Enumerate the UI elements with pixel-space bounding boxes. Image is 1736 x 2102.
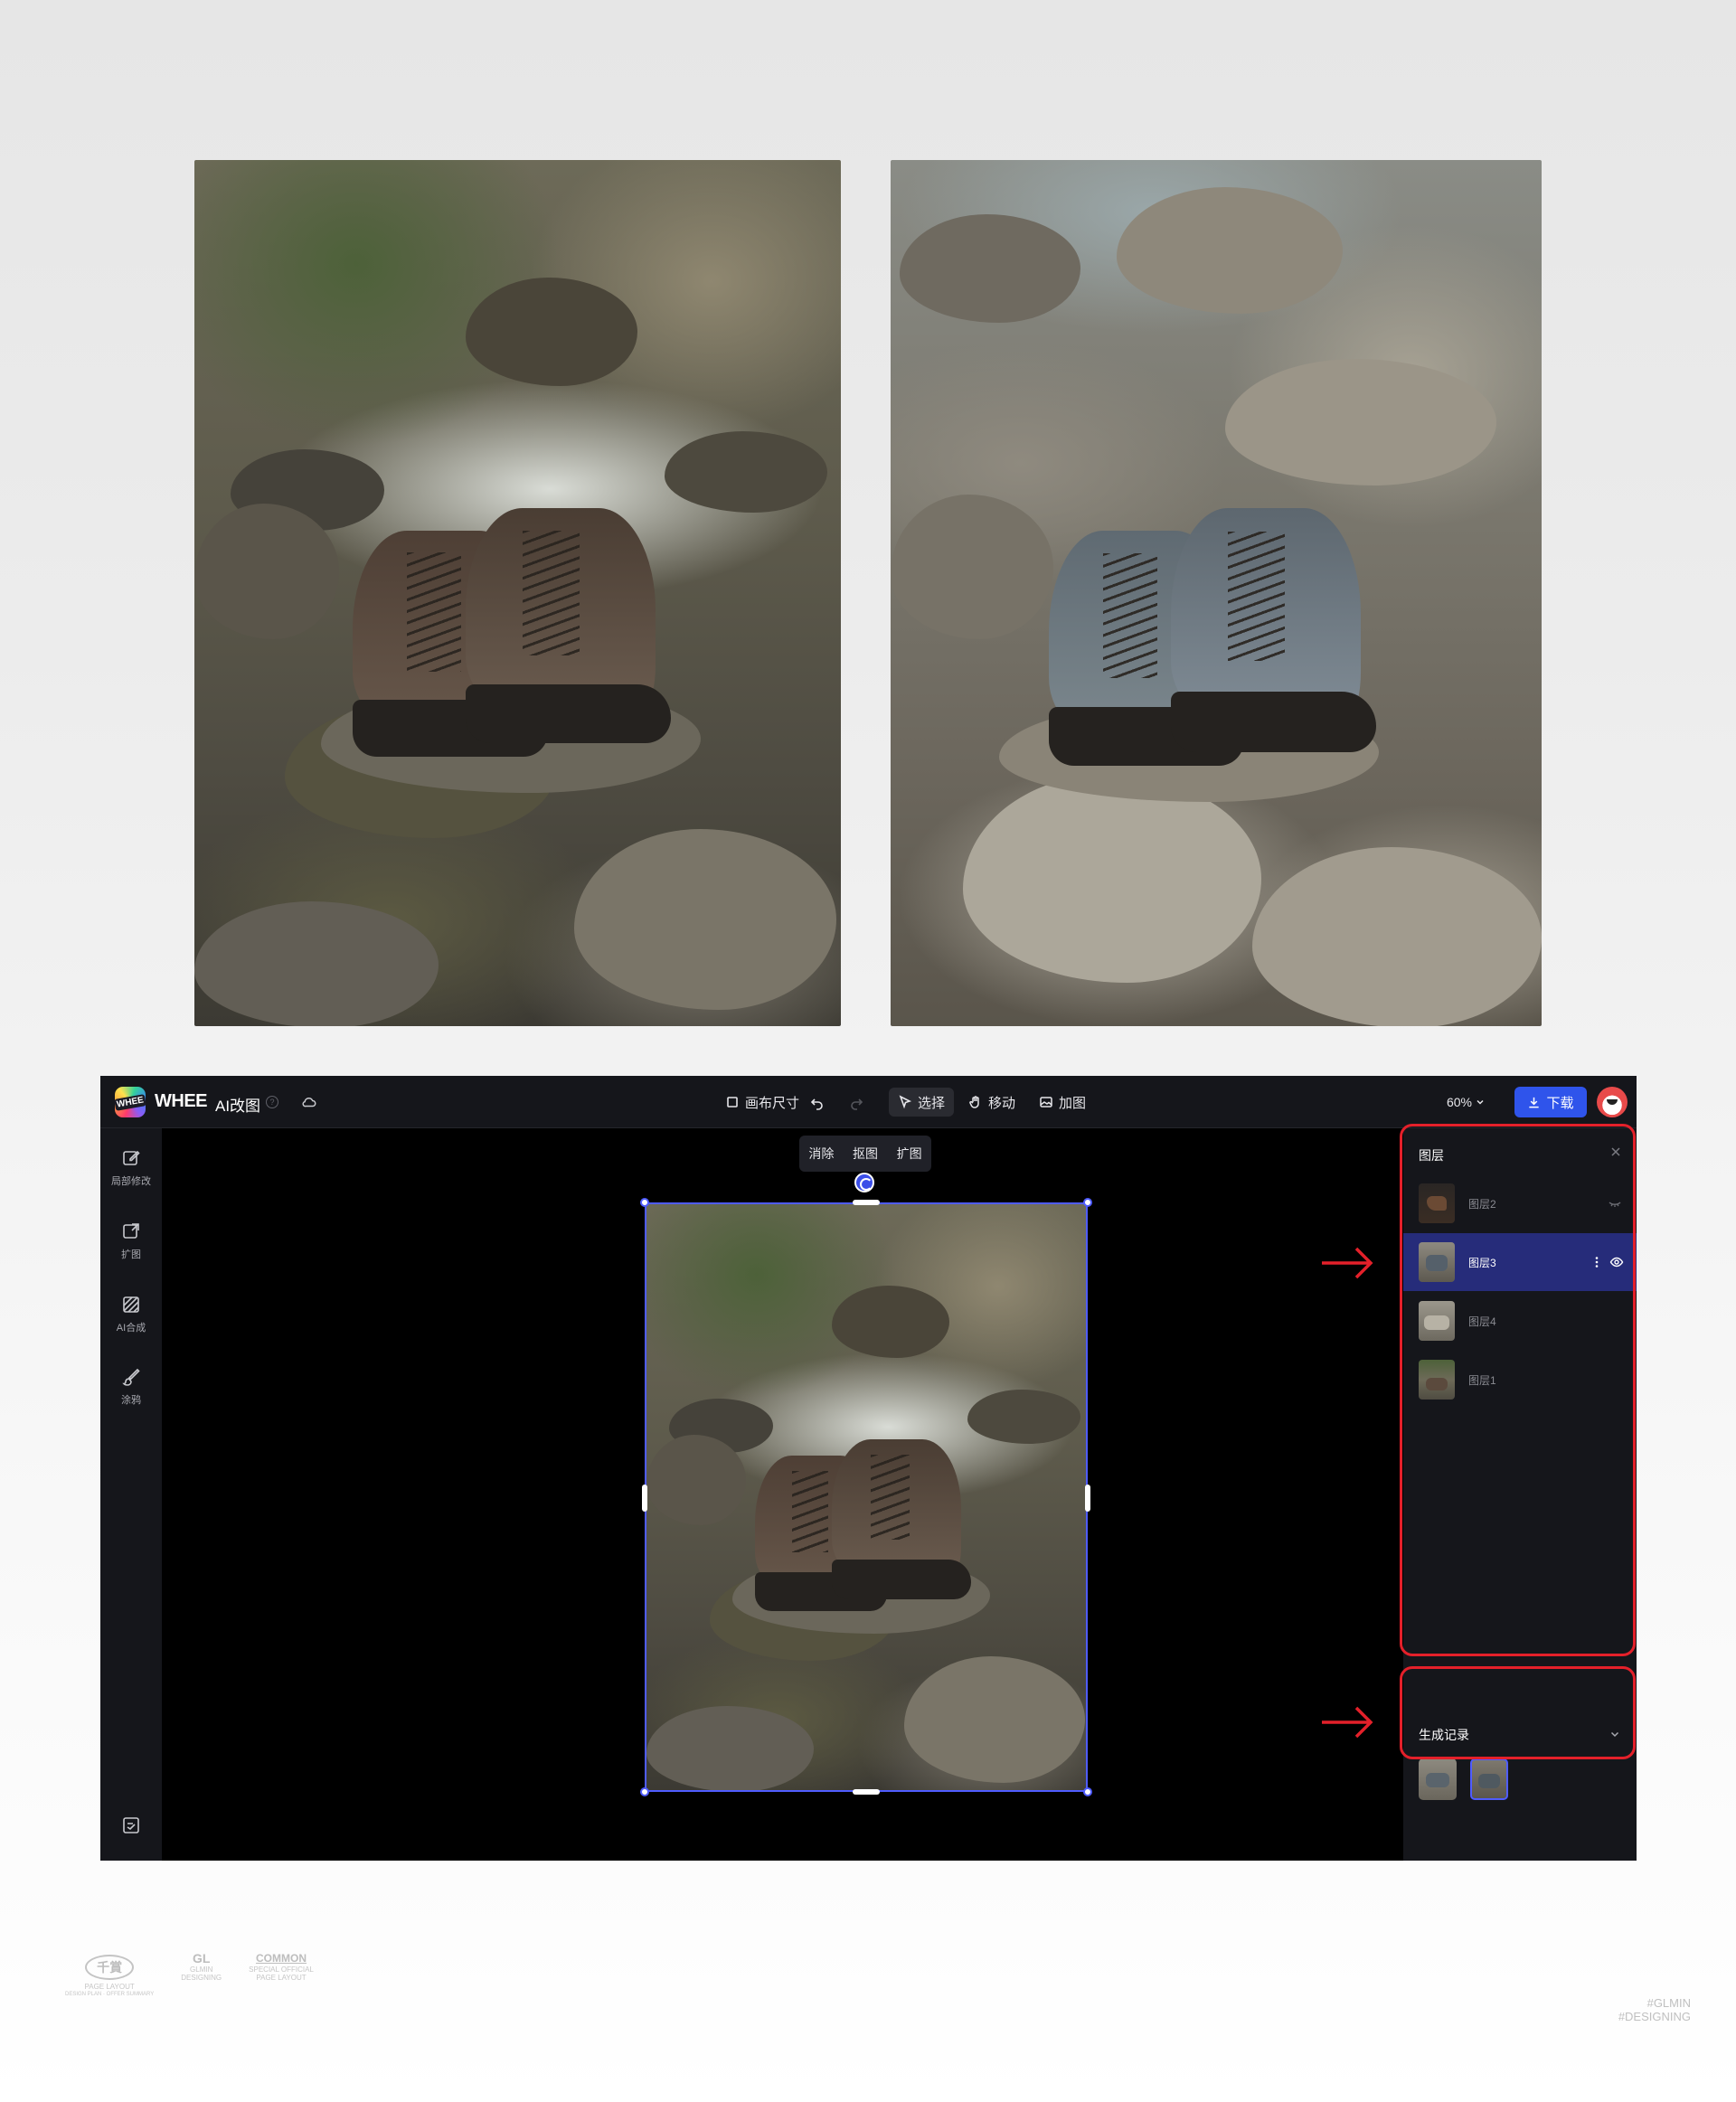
left-tool-sidebar: 局部修改 扩图 AI合成 涂鸦 (100, 1128, 162, 1861)
brush-icon (122, 1368, 140, 1386)
add-image-button[interactable]: 加图 (1030, 1088, 1095, 1117)
app-logo[interactable]: WHEE (114, 1087, 146, 1117)
sidebar-label: 涂鸦 (121, 1395, 141, 1406)
arrow-right-icon (1322, 1247, 1373, 1279)
download-label: 下载 (1546, 1095, 1574, 1111)
canvas-size-button[interactable]: 画布尺寸 (716, 1088, 808, 1117)
edit-icon (123, 1150, 140, 1165)
footer-logos: 千賞 PAGE LAYOUT DESIGN PLAN · OFFER SUMMA… (65, 1951, 314, 1999)
resize-handle[interactable] (853, 1200, 880, 1205)
avatar[interactable] (1597, 1087, 1628, 1117)
resize-handle[interactable] (1085, 1485, 1090, 1512)
select-tool-button[interactable]: 选择 (889, 1088, 955, 1117)
ai-compose-icon (123, 1296, 139, 1313)
sidebar-item-ai-compose[interactable]: AI合成 (100, 1295, 162, 1334)
add-image-label: 加图 (1059, 1095, 1087, 1111)
sidebar-label: 局部修改 (111, 1176, 151, 1187)
canvas-context-toolbar: 消除 抠图 扩图 (799, 1136, 931, 1172)
layers-highlight-box (1400, 1124, 1636, 1656)
cutout-button[interactable]: 抠图 (853, 1145, 878, 1163)
arrow-right-icon (1322, 1706, 1373, 1739)
brand-name: WHEE (155, 1091, 208, 1111)
select-label: 选择 (918, 1095, 946, 1111)
hand-icon (969, 1096, 979, 1108)
cursor-icon (899, 1095, 912, 1109)
redo-icon[interactable] (849, 1096, 863, 1110)
move-tool-button[interactable]: 移动 (959, 1088, 1024, 1117)
frame-icon (727, 1097, 738, 1108)
redesigned-boots-photo (891, 160, 1542, 1026)
download-icon (1529, 1097, 1540, 1108)
footer-logo-page-layout: 千賞 PAGE LAYOUT DESIGN PLAN · OFFER SUMMA… (65, 1955, 154, 1999)
resize-handle[interactable] (1083, 1198, 1092, 1207)
resize-handle[interactable] (640, 1787, 649, 1796)
sidebar-item-local-edit[interactable]: 局部修改 (100, 1148, 162, 1188)
original-boots-photo (194, 160, 841, 1026)
footer-logo-glmin: GL GLMIN DESIGNING (181, 1951, 222, 1982)
tag-glmin: #GLMIN (1646, 1996, 1691, 2010)
undo-icon[interactable] (810, 1096, 825, 1110)
download-button[interactable]: 下载 (1514, 1087, 1587, 1117)
image-add-icon (1040, 1097, 1052, 1108)
history-thumbnail[interactable] (1419, 1758, 1457, 1800)
canvas-image[interactable] (645, 1202, 1088, 1792)
resize-handle[interactable] (853, 1789, 880, 1795)
resize-handle[interactable] (640, 1198, 649, 1207)
resize-handle[interactable] (642, 1485, 647, 1512)
resize-handle[interactable] (1083, 1787, 1092, 1796)
tag-designing: #DESIGNING (1618, 2010, 1691, 2023)
chevron-down-icon (1477, 1099, 1484, 1105)
sidebar-label: AI合成 (116, 1323, 146, 1334)
top-toolbar: WHEE WHEE AI改图 ? 画布尺寸 选择 移动 加图 60% 下载 (100, 1076, 1637, 1128)
history-highlight-box (1400, 1666, 1636, 1759)
footer-logo-common: COMMON SPECIAL OFFICIAL PAGE LAYOUT (249, 1952, 314, 1982)
zoom-select[interactable]: 60% (1447, 1095, 1485, 1109)
help-icon[interactable]: ? (266, 1096, 278, 1108)
expand-button[interactable]: 扩图 (897, 1145, 922, 1163)
expand-icon (123, 1223, 139, 1239)
rotate-handle[interactable] (854, 1173, 874, 1192)
zoom-value: 60% (1446, 1095, 1472, 1109)
canvas-size-label: 画布尺寸 (745, 1095, 800, 1111)
footer-tags: #GLMIN #DESIGNING (1618, 1996, 1691, 2023)
app-title: AI改图 (215, 1098, 261, 1115)
erase-button[interactable]: 消除 (808, 1145, 834, 1163)
move-label: 移动 (988, 1095, 1016, 1111)
notes-icon[interactable] (121, 1815, 141, 1835)
sidebar-item-expand[interactable]: 扩图 (100, 1221, 162, 1261)
cloud-icon[interactable] (301, 1094, 317, 1110)
history-thumbnail-selected[interactable] (1470, 1758, 1508, 1800)
sidebar-item-brush[interactable]: 涂鸦 (100, 1367, 162, 1407)
sidebar-label: 扩图 (121, 1249, 141, 1260)
